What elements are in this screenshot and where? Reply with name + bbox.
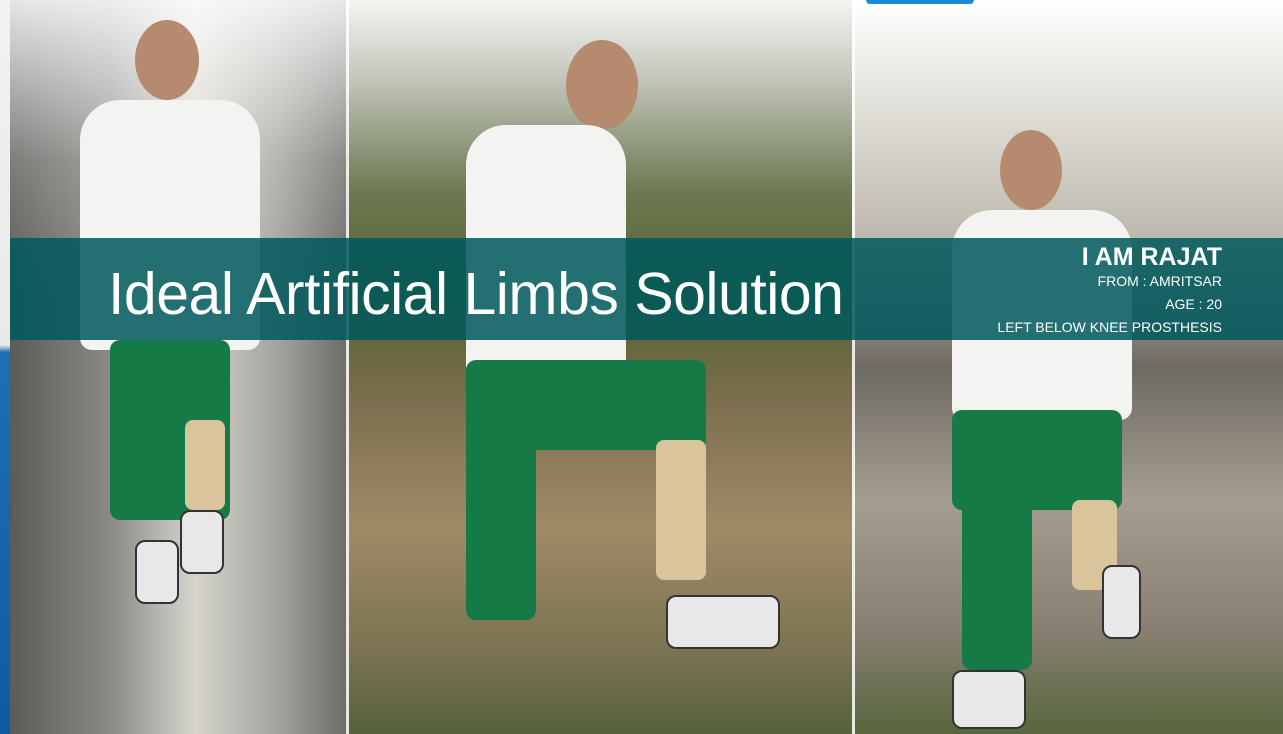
profile-name: I AM RAJAT [1081,243,1222,271]
person-pants-leg [466,420,536,620]
photo-walking-ramp [10,0,346,734]
profile-condition: LEFT BELOW KNEE PROSTHESIS [997,319,1222,335]
person-head [566,40,638,130]
profile-info: I AM RAJAT FROM : AMRITSAR AGE : 20 LEFT… [997,244,1222,339]
photo-divider [852,0,855,734]
left-edge-strip [0,0,10,734]
banner-title: Ideal Artificial Limbs Solution [108,261,844,327]
shoe [1102,565,1141,639]
photo-divider [346,0,349,734]
photo-walking-pavement [852,0,1283,734]
shoe [135,540,179,604]
shoe [180,510,224,574]
shoe [952,670,1026,729]
hero-collage [10,0,1283,734]
prosthetic-leg [656,440,706,580]
top-accent-shape [866,0,974,4]
photo-stepping-park [346,0,852,734]
person-head [135,20,199,100]
profile-age: AGE : 20 [1165,296,1222,312]
person-head [1000,130,1062,210]
prosthetic-leg [185,420,225,510]
profile-from: FROM : AMRITSAR [1097,273,1222,289]
shoe [666,595,780,649]
person-pants-leg [962,480,1032,670]
